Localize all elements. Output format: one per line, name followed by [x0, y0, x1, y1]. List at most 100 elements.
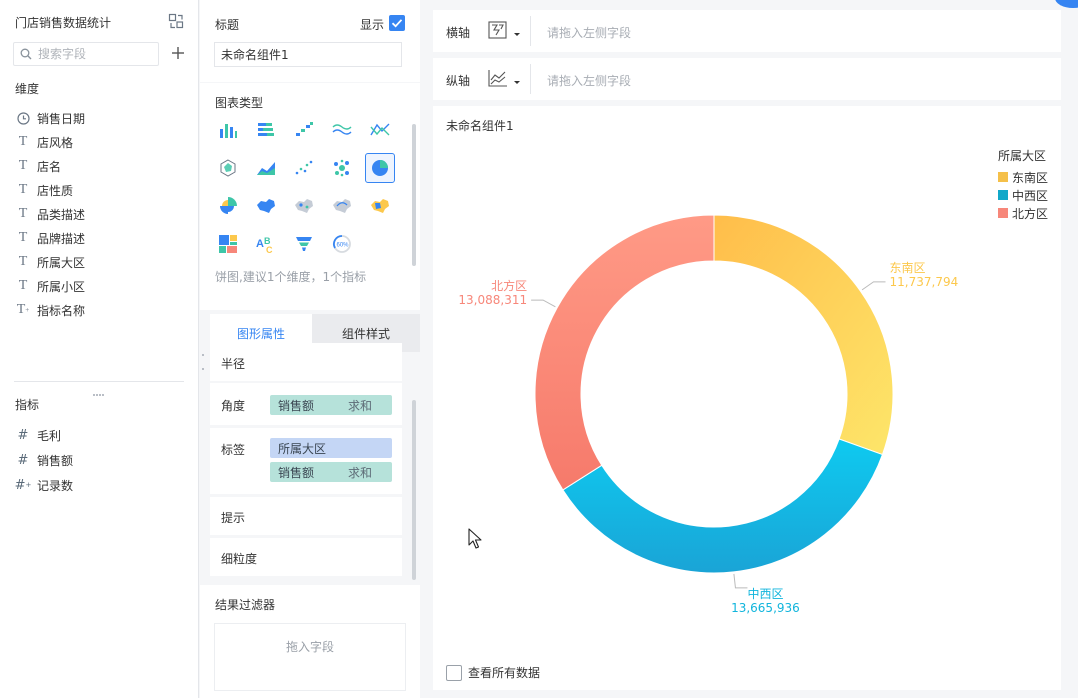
bubble-chart-type[interactable]: [327, 153, 357, 183]
label-dimension-pill[interactable]: 所属大区: [270, 438, 392, 458]
treemap-type[interactable]: [213, 229, 243, 259]
slice-category-label: 东南区: [890, 260, 926, 275]
region-map-icon: [295, 199, 313, 213]
view-all-data[interactable]: 查看所有数据: [446, 664, 540, 681]
bar-chart-type[interactable]: [213, 115, 243, 145]
resize-grip[interactable]: [304, 576, 316, 587]
side-grip[interactable]: [202, 345, 206, 370]
rose-pie-type[interactable]: [213, 191, 243, 221]
combo-line-type[interactable]: [365, 115, 395, 145]
y-axis-label: 纵轴: [446, 74, 471, 88]
label-property[interactable]: 标签 所属大区 销售额 求和: [210, 428, 402, 494]
multi-line-type[interactable]: [327, 115, 357, 145]
step-bar-type[interactable]: [289, 115, 319, 145]
radius-property[interactable]: 半径: [210, 343, 402, 381]
heat-map-icon: [371, 199, 389, 213]
gauge-chart-type[interactable]: 60%: [327, 229, 357, 259]
dataset-title: 门店销售数据统计: [15, 16, 112, 30]
filter-drop-zone[interactable]: 拖入字段: [214, 623, 406, 691]
dimension-item[interactable]: T 店性质: [15, 180, 73, 200]
dimension-item[interactable]: T 店名: [15, 156, 61, 176]
y-axis-row[interactable]: 纵轴 请拖入左侧字段: [433, 58, 1061, 100]
clock-icon: [15, 110, 31, 126]
bubble-chart-icon: [334, 159, 349, 177]
dimension-item[interactable]: T 所属小区: [15, 276, 85, 296]
legend-item[interactable]: 中西区: [998, 186, 1048, 204]
text-icon: T: [18, 230, 28, 245]
scatter-chart-type[interactable]: [289, 153, 319, 183]
step-bar-icon: [296, 122, 313, 136]
stacked-bar-type[interactable]: [251, 115, 281, 145]
metric-item[interactable]: # 销售额: [15, 450, 73, 470]
y-axis-placeholder: 请拖入左侧字段: [547, 74, 632, 88]
search-input[interactable]: [38, 47, 148, 61]
dimension-heading: 维度: [15, 82, 40, 96]
granularity-property[interactable]: 细粒度: [210, 538, 402, 576]
donut-chart: 东南区11,737,794 中西区13,665,936 北方区13,088,311: [458, 214, 959, 615]
angle-property[interactable]: 角度 销售额 求和: [210, 383, 402, 425]
view-all-checkbox[interactable]: [446, 664, 462, 681]
tooltip-property[interactable]: 提示: [210, 497, 402, 535]
text-icon: T: [18, 206, 28, 221]
slice-value-label: 11,737,794: [890, 275, 959, 289]
label-metric-pill[interactable]: 销售额 求和: [270, 462, 392, 482]
dimension-item[interactable]: T 品类描述: [15, 204, 85, 224]
check-icon: [391, 19, 403, 28]
x-axis-type-icon[interactable]: [488, 20, 524, 42]
heat-map-type[interactable]: [365, 191, 395, 221]
add-field-icon[interactable]: [169, 44, 187, 62]
donut-slice[interactable]: [562, 438, 884, 574]
show-title-checkbox[interactable]: [389, 15, 405, 31]
radar-chart-icon: [220, 159, 236, 177]
result-filter-label: 结果过滤器: [215, 598, 276, 612]
app-root: 门店销售数据统计 维度 销售日期 T 店风格: [0, 0, 1078, 698]
switch-dataset-icon[interactable]: [168, 13, 184, 29]
area-chart-icon: [257, 162, 275, 175]
legend-title: 所属大区: [998, 149, 1047, 163]
dimension-item[interactable]: 销售日期: [15, 108, 85, 128]
panel-splitter[interactable]: [14, 381, 184, 382]
donut-slice[interactable]: [534, 214, 715, 491]
title-input[interactable]: 未命名组件1: [214, 42, 402, 67]
word-cloud-type[interactable]: ABC: [251, 229, 281, 259]
radar-chart-type[interactable]: [213, 153, 243, 183]
property-scrollbar[interactable]: [412, 400, 416, 580]
dimension-item[interactable]: T 品牌描述: [15, 228, 85, 248]
combo-line-icon: [370, 123, 390, 136]
china-map-type[interactable]: [251, 191, 281, 221]
x-axis-label: 横轴: [446, 26, 471, 40]
donut-slice[interactable]: [713, 214, 894, 456]
metric-item[interactable]: # + 记录数: [15, 475, 73, 495]
hash-icon: #: [17, 452, 29, 468]
pie-chart-type[interactable]: [365, 153, 395, 183]
chart-legend: 所属大区 东南区 中西区 北方区: [998, 147, 1048, 222]
angle-field-pill[interactable]: 销售额 求和: [270, 395, 392, 415]
text-icon: T: [18, 158, 28, 173]
dimension-item[interactable]: T + 指标名称: [15, 300, 85, 320]
slice-category-label: 北方区: [491, 278, 527, 293]
mouse-cursor-icon: [468, 528, 482, 549]
text-icon: T: [18, 182, 28, 197]
funnel-chart-type[interactable]: [289, 229, 319, 259]
resize-grip[interactable]: [93, 385, 105, 396]
field-search[interactable]: [13, 42, 159, 66]
region-map-type[interactable]: [289, 191, 319, 221]
chart-type-scrollbar[interactable]: [412, 124, 416, 266]
view-all-label: 查看所有数据: [468, 666, 541, 680]
rose-pie-icon: [220, 197, 237, 214]
gauge-chart-icon: 60%: [333, 235, 351, 253]
legend-swatch: [998, 190, 1008, 200]
y-axis-type-icon[interactable]: [488, 68, 524, 90]
text-icon: T: [18, 278, 28, 293]
svg-text:60%: 60%: [337, 243, 350, 249]
legend-item[interactable]: 北方区: [998, 204, 1048, 222]
metric-item[interactable]: # 毛利: [15, 425, 61, 445]
area-chart-type[interactable]: [251, 153, 281, 183]
dimension-item[interactable]: T 所属大区: [15, 252, 85, 272]
pie-chart-icon: [372, 160, 388, 176]
legend-item[interactable]: 东南区: [998, 168, 1048, 186]
dimension-item[interactable]: T 店风格: [15, 132, 73, 152]
scatter-chart-icon: [295, 160, 313, 175]
x-axis-row[interactable]: 横轴 请拖入左侧字段: [433, 10, 1061, 52]
flow-map-type[interactable]: [327, 191, 357, 221]
